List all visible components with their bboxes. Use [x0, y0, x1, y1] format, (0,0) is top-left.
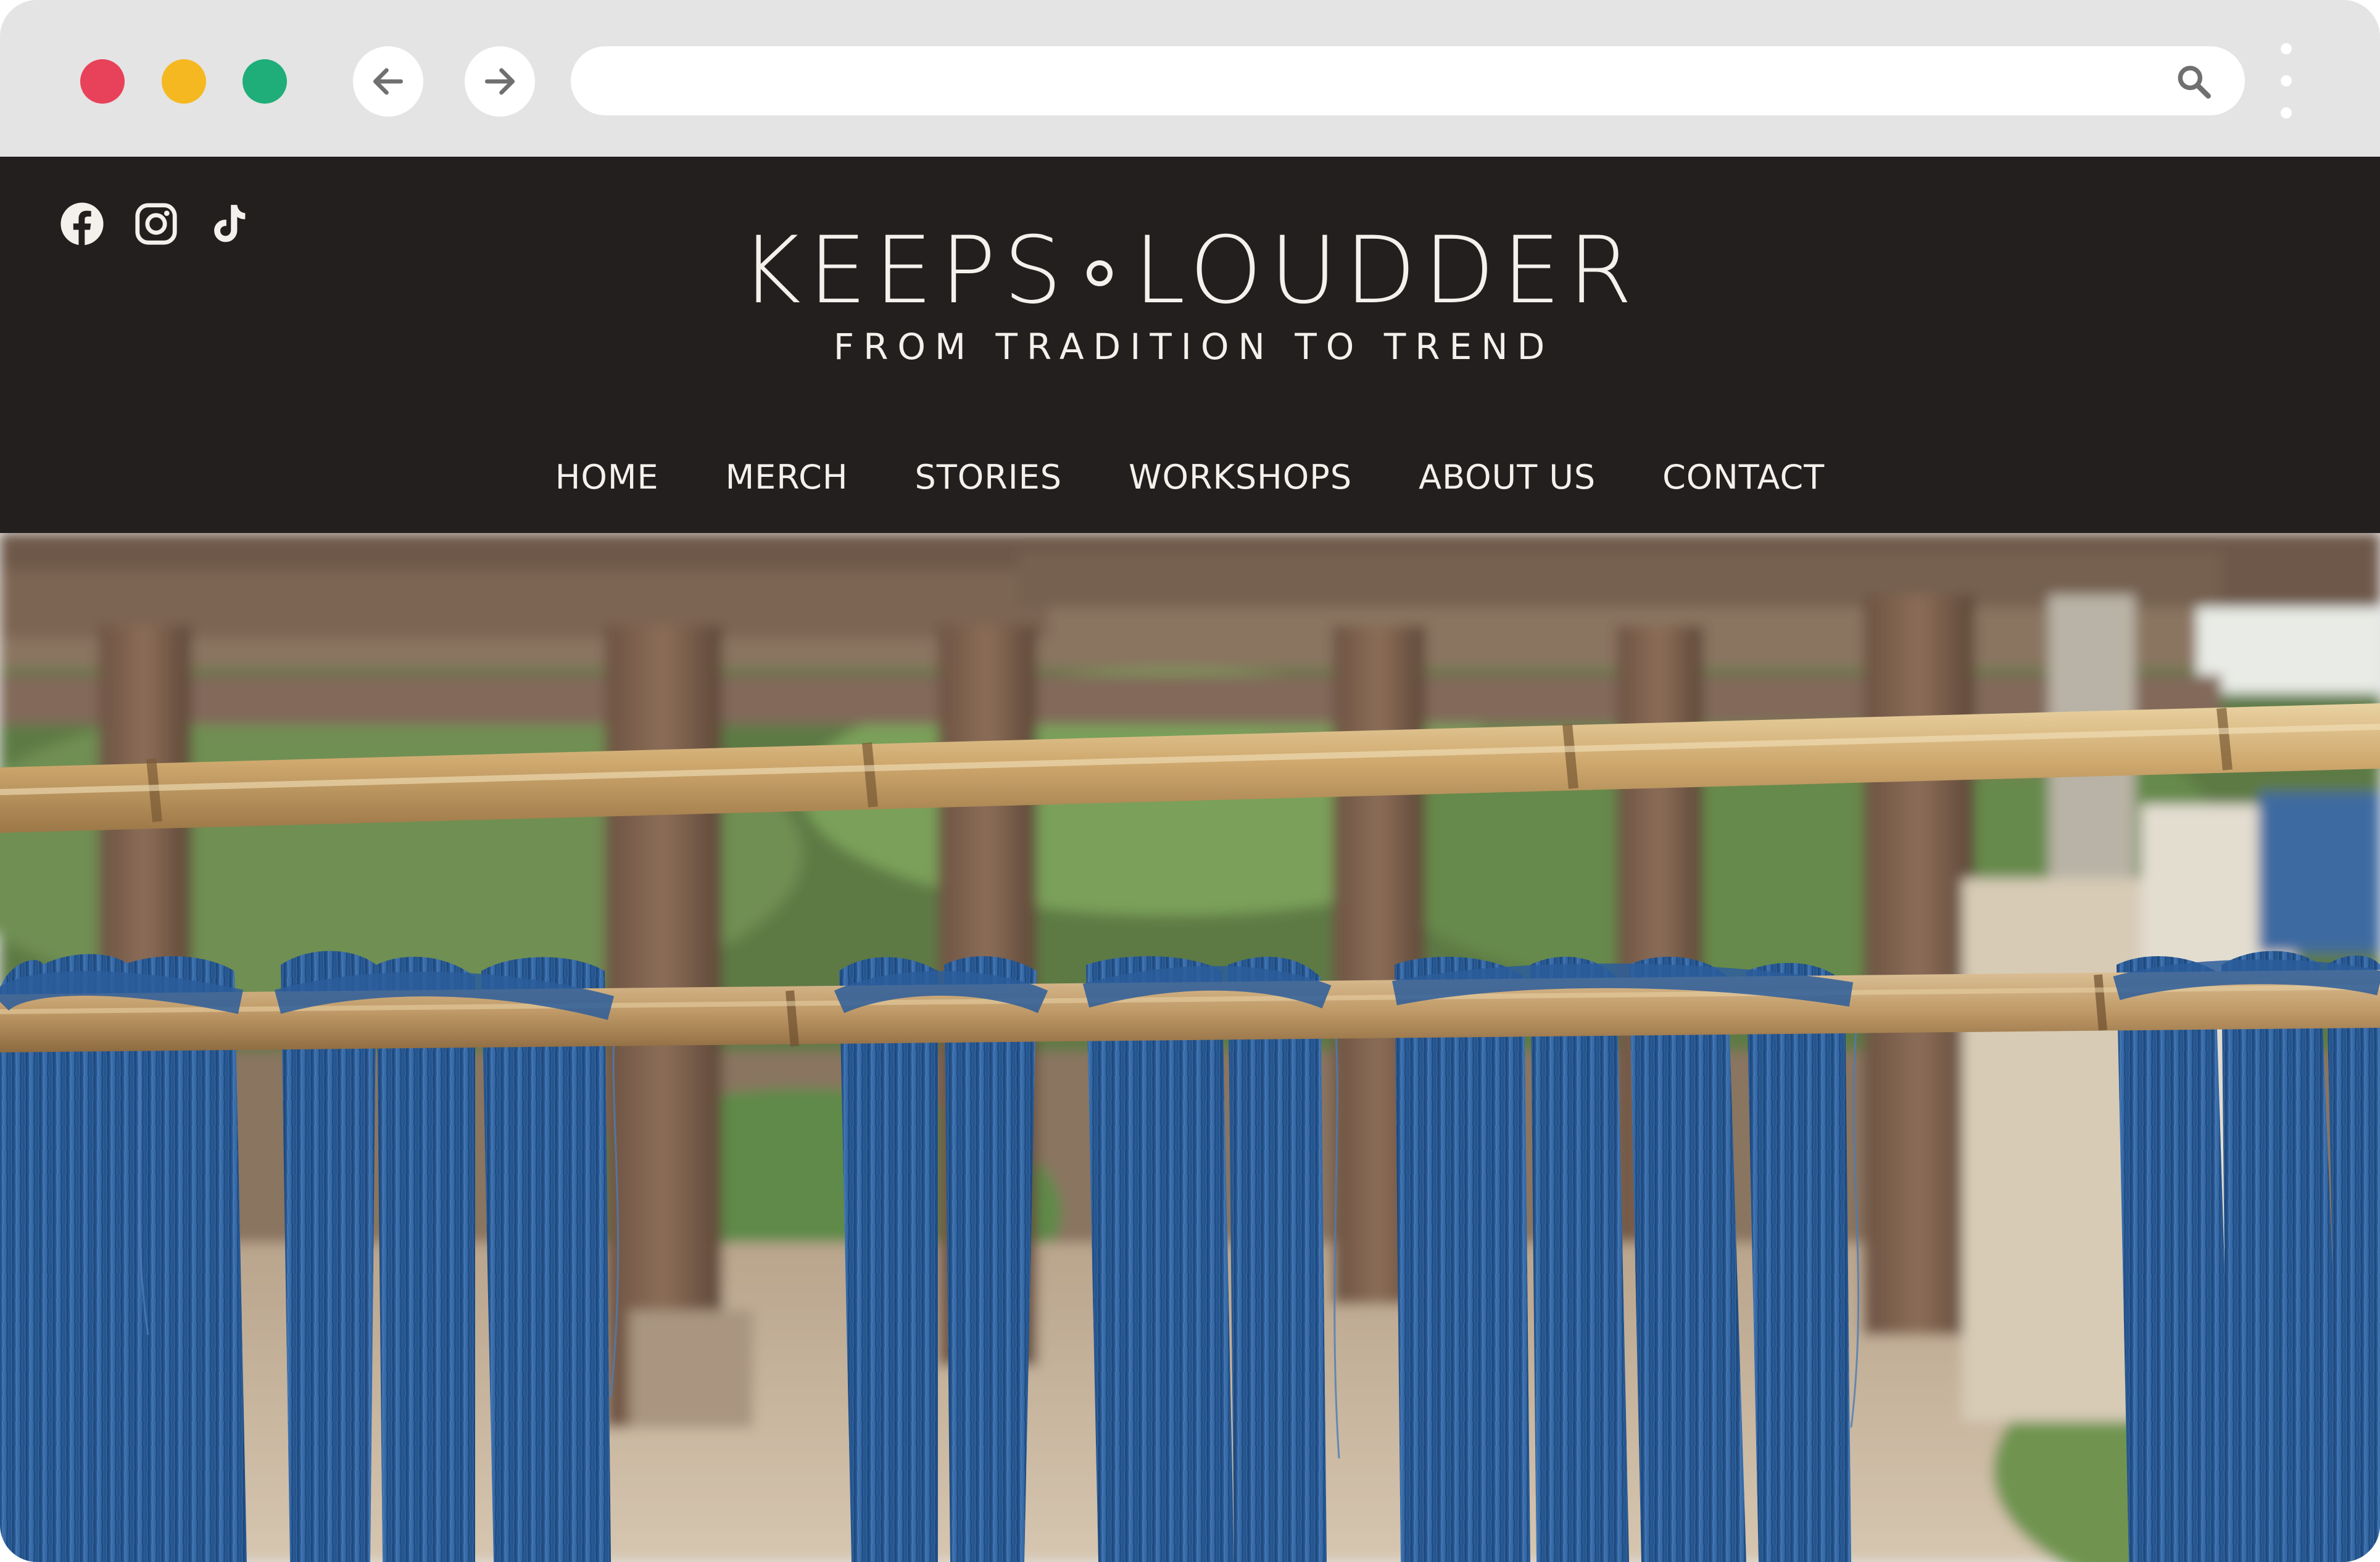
- more-vertical-icon[interactable]: [2277, 41, 2295, 121]
- logo-word-right: LOUDDER: [1134, 217, 1640, 324]
- nav-merch[interactable]: MERCH: [726, 458, 848, 497]
- nav-contact[interactable]: CONTACT: [1662, 458, 1825, 497]
- nav-workshops[interactable]: WORKSHOPS: [1129, 458, 1352, 497]
- main-navigation: HOME MERCH STORIES WORKSHOPS ABOUT US CO…: [0, 458, 2380, 497]
- logo-tagline: FROM TRADITION TO TREND: [833, 326, 1554, 368]
- nav-about-us[interactable]: ABOUT US: [1419, 458, 1596, 497]
- search-icon[interactable]: [2175, 62, 2214, 102]
- browser-toolbar: [0, 0, 2380, 157]
- address-bar[interactable]: [571, 46, 2245, 115]
- forward-button[interactable]: [465, 46, 535, 117]
- site-logo[interactable]: KEEPS LOUDDER FROM TRADITION TO TREND: [0, 218, 2380, 368]
- logo-title: KEEPS LOUDDER: [0, 218, 2380, 323]
- minimize-window-button[interactable]: [162, 59, 206, 104]
- logo-separator-icon: [1087, 260, 1113, 286]
- nav-home[interactable]: HOME: [555, 458, 659, 497]
- hero-image: [0, 533, 2380, 1562]
- back-button[interactable]: [353, 46, 423, 117]
- maximize-window-button[interactable]: [243, 59, 287, 104]
- logo-word-left: KEEPS: [740, 217, 1070, 324]
- browser-window: KEEPS LOUDDER FROM TRADITION TO TREND HO…: [0, 0, 2380, 1562]
- arrow-left-icon: [373, 68, 404, 95]
- close-window-button[interactable]: [80, 59, 125, 104]
- site-header: KEEPS LOUDDER FROM TRADITION TO TREND HO…: [0, 157, 2380, 533]
- arrow-right-icon: [484, 68, 515, 95]
- nav-stories[interactable]: STORIES: [914, 458, 1062, 497]
- indigo-yarn-photo: [0, 533, 2380, 1562]
